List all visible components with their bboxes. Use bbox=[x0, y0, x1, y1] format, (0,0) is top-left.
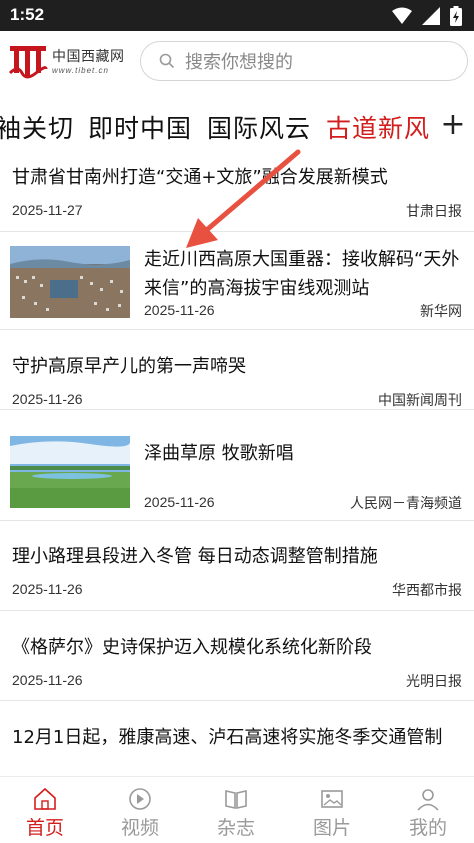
home-icon bbox=[34, 787, 56, 810]
video-play-icon bbox=[129, 788, 151, 810]
nav-profile[interactable]: 我的 bbox=[398, 787, 458, 840]
nav-home[interactable]: 首页 bbox=[15, 787, 75, 840]
news-item[interactable]: 守护高原早产儿的第一声啼哭 2025-11-26 中国新闻周刊 bbox=[0, 330, 474, 410]
news-date: 2025-11-26 bbox=[12, 581, 83, 597]
news-item[interactable]: 走近川西高原大国重器：接收解码“天外来信”的高海拔宇宙线观测站 2025-11-… bbox=[0, 232, 474, 330]
status-time: 1:52 bbox=[10, 5, 45, 24]
category-tabs: 袖关切 即时中国 国际风云 古道新风 + bbox=[0, 103, 474, 151]
add-tab-icon[interactable]: + bbox=[438, 107, 468, 142]
news-item[interactable]: 泽曲草原 牧歌新唱 2025-11-26 人民网－青海频道 bbox=[0, 420, 474, 521]
news-source: 中国新闻周刊 bbox=[378, 393, 462, 409]
status-icons bbox=[392, 6, 462, 26]
tab-0[interactable]: 袖关切 bbox=[0, 109, 74, 145]
status-bar: 1:52 bbox=[0, 0, 474, 31]
tab-1[interactable]: 即时中国 bbox=[88, 109, 192, 145]
nav-pictures-label: 图片 bbox=[312, 817, 351, 839]
news-date: 2025-11-27 bbox=[12, 202, 83, 218]
news-date: 2025-11-26 bbox=[144, 494, 215, 510]
news-title: 甘肃省甘南州打造“交通+文旅”融合发展新模式 bbox=[12, 167, 388, 188]
app-header: 中国西藏网 www.tibet.cn 搜索你想搜的 bbox=[0, 31, 474, 91]
bottom-nav: 首页 视频 杂志 图片 我的 bbox=[0, 776, 474, 843]
logo-url: www.tibet.cn bbox=[52, 65, 109, 75]
news-item[interactable]: 《格萨尔》史诗保护迈入规模化系统化新阶段 2025-11-26 光明日报 bbox=[0, 611, 474, 701]
logo[interactable]: 中国西藏网 www.tibet.cn bbox=[8, 43, 125, 79]
nav-video-label: 视频 bbox=[120, 817, 159, 839]
wifi-icon bbox=[392, 7, 412, 24]
news-title: 《格萨尔》史诗保护迈入规模化系统化新阶段 bbox=[12, 637, 372, 658]
news-title: 理小路理县段进入冬管 每日动态调整管制措施 bbox=[12, 546, 378, 567]
logo-name: 中国西藏网 bbox=[52, 48, 125, 65]
news-source: 甘肃日报 bbox=[406, 204, 462, 220]
grassland-image bbox=[10, 436, 130, 508]
news-title: 走近川西高原大国重器：接收解码“天外来信”的高海拔宇宙线观测站 bbox=[144, 249, 460, 299]
nav-magazine-label: 杂志 bbox=[216, 817, 255, 839]
image-icon bbox=[321, 790, 343, 808]
tibet-logo-icon bbox=[8, 46, 48, 79]
nav-magazine[interactable]: 杂志 bbox=[206, 787, 266, 840]
news-date: 2025-11-26 bbox=[12, 672, 83, 688]
news-item[interactable]: 甘肃省甘南州打造“交通+文旅”融合发展新模式 2025-11-27 甘肃日报 bbox=[0, 152, 474, 232]
news-thumbnail bbox=[10, 436, 130, 508]
battery-icon bbox=[450, 6, 462, 26]
news-title: 12月1日起，雅康高速、泸石高速将实施冬季交通管制 bbox=[12, 727, 443, 748]
nav-profile-label: 我的 bbox=[408, 817, 447, 839]
news-source: 新华网 bbox=[420, 304, 462, 320]
nav-video[interactable]: 视频 bbox=[110, 787, 170, 840]
search-input[interactable]: 搜索你想搜的 bbox=[140, 41, 468, 81]
news-date: 2025-11-26 bbox=[12, 391, 83, 407]
book-icon bbox=[225, 790, 247, 809]
news-thumbnail bbox=[10, 246, 130, 318]
search-placeholder: 搜索你想搜的 bbox=[185, 52, 293, 73]
observatory-image bbox=[10, 246, 130, 318]
news-source: 华西都市报 bbox=[392, 583, 462, 599]
nav-pictures[interactable]: 图片 bbox=[302, 787, 362, 840]
news-title: 守护高原早产儿的第一声啼哭 bbox=[12, 356, 246, 377]
news-item[interactable]: 12月1日起，雅康高速、泸石高速将实施冬季交通管制 bbox=[0, 701, 474, 776]
tab-3-active[interactable]: 古道新风 bbox=[326, 109, 430, 145]
news-date: 2025-11-26 bbox=[144, 302, 215, 318]
search-icon bbox=[159, 53, 175, 69]
signal-icon bbox=[422, 7, 440, 25]
news-source: 人民网－青海频道 bbox=[350, 496, 462, 512]
tab-2[interactable]: 国际风云 bbox=[207, 109, 311, 145]
user-icon bbox=[417, 789, 439, 811]
nav-home-label: 首页 bbox=[25, 817, 64, 839]
news-title: 泽曲草原 牧歌新唱 bbox=[144, 443, 294, 464]
news-source: 光明日报 bbox=[406, 674, 462, 690]
news-item[interactable]: 理小路理县段进入冬管 每日动态调整管制措施 2025-11-26 华西都市报 bbox=[0, 521, 474, 611]
logo-text: 中国西藏网 www.tibet.cn bbox=[52, 48, 125, 75]
